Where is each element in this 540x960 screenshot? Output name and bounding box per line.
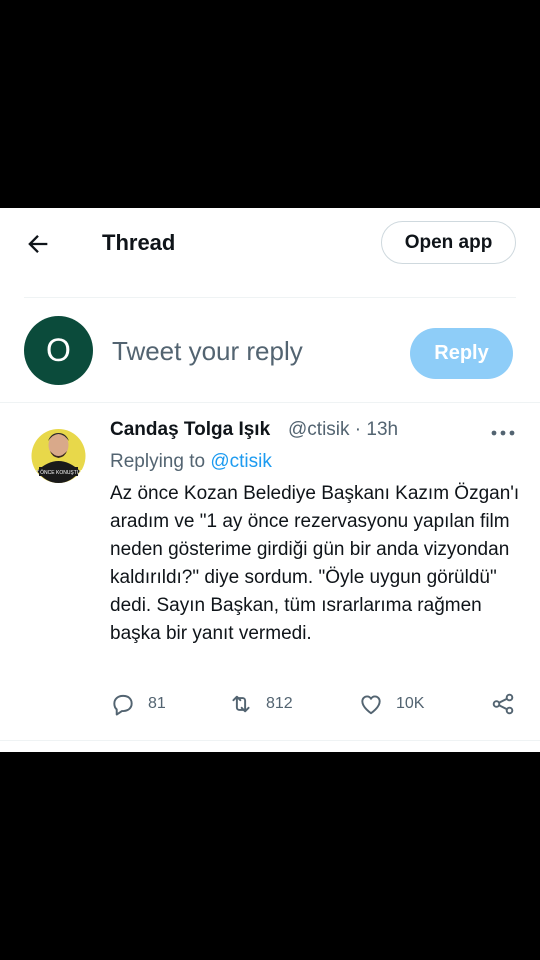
more-button[interactable] — [490, 425, 516, 436]
author-avatar-image: AZ ÖNCE KONUŞTUM — [31, 429, 86, 483]
tweet[interactable]: AZ ÖNCE KONUŞTUM Candaş Tolga Işık @ctis… — [0, 403, 540, 743]
tweet-time[interactable]: 13h — [366, 419, 398, 440]
tweet-actions: 81 812 10K — [0, 691, 540, 725]
replying-label: Replying to — [110, 451, 206, 472]
share-action[interactable] — [490, 691, 528, 717]
arrow-left-icon — [28, 235, 48, 253]
svg-text:AZ ÖNCE KONUŞTUM: AZ ÖNCE KONUŞTUM — [32, 469, 84, 476]
header: Thread Open app — [0, 208, 540, 298]
reply-count: 81 — [148, 695, 166, 712]
replying-to: Replying to @ctisik — [110, 451, 272, 473]
user-avatar[interactable]: O — [24, 316, 93, 385]
retweet-icon — [232, 695, 250, 713]
author-avatar[interactable]: AZ ÖNCE KONUŞTUM — [31, 421, 86, 485]
page-title: Thread — [102, 230, 176, 255]
heart-icon — [361, 695, 381, 715]
replying-handle-link[interactable]: @ctisik — [210, 451, 272, 472]
reply-input[interactable]: Tweet your reply — [112, 336, 303, 367]
thread-page: Thread Open app O Tweet your reply Reply… — [0, 208, 540, 752]
comment-icon — [113, 694, 133, 716]
author-handle[interactable]: @ctisik — [288, 419, 350, 440]
like-count: 10K — [396, 695, 425, 712]
tweet-meta: @ctisik · 13h — [288, 419, 398, 441]
like-action[interactable]: 10K — [358, 691, 424, 717]
reply-action[interactable]: 81 — [110, 691, 166, 717]
meta-separator: · — [354, 419, 362, 440]
share-icon — [492, 693, 514, 715]
retweet-action[interactable]: 812 — [228, 691, 293, 717]
open-app-button[interactable]: Open app — [381, 221, 516, 264]
more-icon — [491, 430, 515, 436]
divider — [0, 740, 540, 741]
tweet-text: Az önce Kozan Belediye Başkanı Kazım Özg… — [110, 483, 520, 644]
reply-button[interactable]: Reply — [410, 328, 513, 379]
retweet-count: 812 — [266, 695, 293, 712]
reply-composer: O Tweet your reply Reply — [0, 298, 540, 403]
author-name[interactable]: Candaş Tolga Işık — [110, 419, 270, 441]
back-button[interactable] — [24, 230, 52, 258]
